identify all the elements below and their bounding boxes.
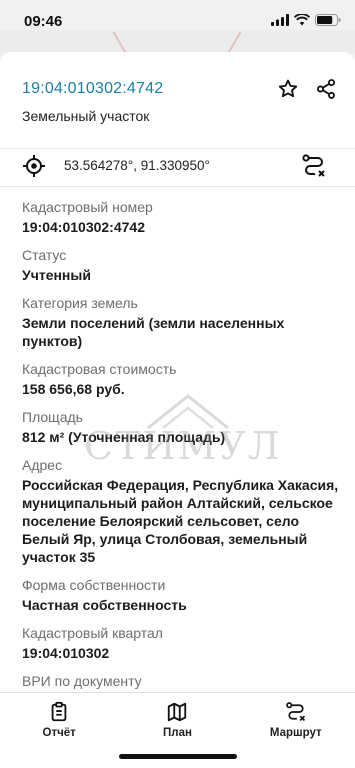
object-type: Земельный участок (22, 108, 150, 124)
report-icon (51, 701, 67, 722)
bottom-nav: Отчёт План Маршрут (0, 692, 355, 748)
field-permitted-use: ВРИ по документу (22, 672, 342, 690)
field-land-category: Категория земель Земли поселений (земли … (22, 294, 342, 350)
field-label: Кадастровый номер (22, 199, 153, 215)
header-actions (275, 76, 339, 102)
field-label: Площадь (22, 409, 83, 425)
share-button[interactable] (313, 76, 339, 102)
nav-report[interactable]: Отчёт (0, 693, 118, 748)
field-label: Статус (22, 247, 67, 263)
status-time: 09:46 (24, 13, 63, 30)
field-address: Адрес Российская Федерация, Республика Х… (22, 456, 342, 566)
map-background[interactable] (0, 30, 355, 54)
field-label: ВРИ по документу (22, 673, 142, 689)
object-card: 19:04:010302:4742 Земельный участок 53.5… (0, 52, 355, 692)
field-value[interactable]: 19:04:010302 (22, 644, 342, 662)
route-icon[interactable] (301, 153, 327, 179)
field-value: 812 м² (Уточненная площадь) (22, 429, 226, 445)
field-label: Адрес (22, 457, 63, 473)
signal-icon (271, 14, 289, 26)
field-label: Категория земель (22, 295, 138, 311)
field-label: Кадастровая стоимость (22, 361, 177, 377)
nav-plan[interactable]: План (118, 693, 236, 748)
coordinates-text[interactable]: 53.564278°, 91.330950° (64, 158, 210, 173)
status-icons (271, 14, 341, 26)
field-value: 158 656,68 руб. (22, 381, 125, 397)
nav-route[interactable]: Маршрут (237, 693, 355, 748)
cadastral-number-title[interactable]: 19:04:010302:4742 (22, 80, 163, 98)
route-icon (285, 702, 305, 722)
coordinates-row[interactable]: 53.564278°, 91.330950° (0, 148, 355, 186)
field-value: Учтенный (22, 267, 91, 283)
nav-label: Отчёт (42, 727, 76, 739)
map-icon (168, 702, 187, 722)
field-label: Кадастровый квартал (22, 625, 163, 641)
field-value[interactable]: Российская Федерация, Республика Хакасия… (22, 476, 342, 566)
field-area: Площадь 812 м² (Уточненная площадь) (22, 408, 342, 446)
field-cadastral-number: Кадастровый номер 19:04:010302:4742 (22, 198, 342, 236)
nav-label: Маршрут (269, 727, 322, 739)
field-label: Форма собственности (22, 577, 166, 593)
field-value: Частная собственность (22, 597, 187, 613)
field-value: Земли поселений (земли населенных пункто… (22, 315, 285, 349)
favorite-button[interactable] (275, 76, 301, 102)
field-value[interactable]: 19:04:010302:4742 (22, 218, 342, 236)
field-ownership: Форма собственности Частная собственност… (22, 576, 342, 614)
property-fields: Кадастровый номер 19:04:010302:4742 Стат… (22, 198, 342, 692)
field-cadastral-quarter: Кадастровый квартал 19:04:010302 (22, 624, 342, 662)
share-icon (317, 79, 335, 99)
location-target-icon (23, 155, 45, 177)
wifi-icon (294, 14, 310, 26)
divider (0, 186, 355, 187)
field-status: Статус Учтенный (22, 246, 342, 284)
nav-label: План (163, 727, 192, 739)
field-cadastral-value: Кадастровая стоимость 158 656,68 руб. (22, 360, 342, 398)
home-indicator-area (0, 748, 355, 768)
home-indicator[interactable] (119, 754, 237, 759)
battery-icon (315, 14, 341, 26)
star-icon (278, 79, 298, 98)
